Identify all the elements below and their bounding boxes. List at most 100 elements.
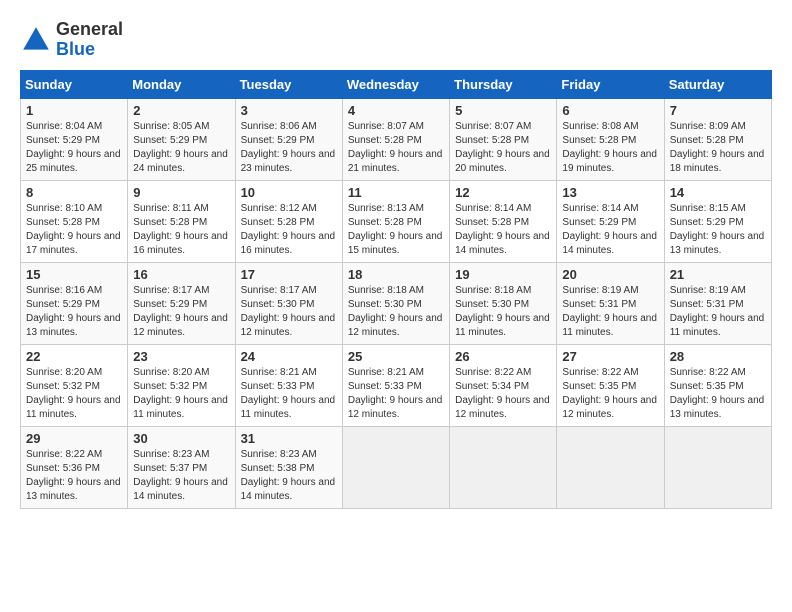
day-info: Sunrise: 8:22 AMSunset: 5:36 PMDaylight:… <box>26 448 122 504</box>
calendar-day-cell: 31 Sunrise: 8:23 AMSunset: 5:38 PMDayligh… <box>235 426 342 508</box>
day-info: Sunrise: 8:18 AMSunset: 5:30 PMDaylight:… <box>348 284 444 340</box>
calendar-week-row: 22 Sunrise: 8:20 AMSunset: 5:32 PMDayligh… <box>21 344 772 426</box>
day-number: 20 <box>562 267 658 282</box>
day-info: Sunrise: 8:22 AMSunset: 5:35 PMDaylight:… <box>562 366 658 422</box>
calendar-day-cell: 2 Sunrise: 8:05 AMSunset: 5:29 PMDaylight… <box>128 98 235 180</box>
day-number: 24 <box>241 349 337 364</box>
header-row: SundayMondayTuesdayWednesdayThursdayFrid… <box>21 70 772 98</box>
logo-icon <box>20 24 52 56</box>
day-info: Sunrise: 8:18 AMSunset: 5:30 PMDaylight:… <box>455 284 551 340</box>
calendar-day-cell: 24 Sunrise: 8:21 AMSunset: 5:33 PMDayligh… <box>235 344 342 426</box>
day-info: Sunrise: 8:16 AMSunset: 5:29 PMDaylight:… <box>26 284 122 340</box>
calendar-day-cell: 11 Sunrise: 8:13 AMSunset: 5:28 PMDayligh… <box>342 180 449 262</box>
calendar-day-cell: 6Sunrise: 8:08 AMSunset: 5:28 PMDaylight… <box>557 98 664 180</box>
day-info: Sunrise: 8:17 AMSunset: 5:30 PMDaylight:… <box>241 284 337 340</box>
calendar-week-row: 8Sunrise: 8:10 AMSunset: 5:28 PMDaylight… <box>21 180 772 262</box>
day-number: 30 <box>133 431 229 446</box>
day-of-week-header: Monday <box>128 70 235 98</box>
day-number: 4 <box>348 103 444 118</box>
calendar-day-cell: 30 Sunrise: 8:23 AMSunset: 5:37 PMDayligh… <box>128 426 235 508</box>
calendar-day-cell: 14Sunrise: 8:15 AMSunset: 5:29 PMDayligh… <box>664 180 771 262</box>
calendar-day-cell: 17 Sunrise: 8:17 AMSunset: 5:30 PMDayligh… <box>235 262 342 344</box>
calendar-day-cell <box>664 426 771 508</box>
calendar-week-row: 15Sunrise: 8:16 AMSunset: 5:29 PMDayligh… <box>21 262 772 344</box>
calendar-day-cell: 5Sunrise: 8:07 AMSunset: 5:28 PMDaylight… <box>450 98 557 180</box>
day-number: 8 <box>26 185 122 200</box>
calendar-day-cell: 4 Sunrise: 8:07 AMSunset: 5:28 PMDaylight… <box>342 98 449 180</box>
day-of-week-header: Tuesday <box>235 70 342 98</box>
day-number: 11 <box>348 185 444 200</box>
calendar-day-cell: 18 Sunrise: 8:18 AMSunset: 5:30 PMDayligh… <box>342 262 449 344</box>
day-info: Sunrise: 8:12 AMSunset: 5:28 PMDaylight:… <box>241 202 337 258</box>
day-of-week-header: Friday <box>557 70 664 98</box>
calendar-day-cell: 1 Sunrise: 8:04 AMSunset: 5:29 PMDaylight… <box>21 98 128 180</box>
calendar-day-cell: 3 Sunrise: 8:06 AMSunset: 5:29 PMDaylight… <box>235 98 342 180</box>
calendar-day-cell: 15Sunrise: 8:16 AMSunset: 5:29 PMDayligh… <box>21 262 128 344</box>
calendar-table: SundayMondayTuesdayWednesdayThursdayFrid… <box>20 70 772 509</box>
day-number: 29 <box>26 431 122 446</box>
calendar-day-cell <box>342 426 449 508</box>
day-number: 23 <box>133 349 229 364</box>
day-of-week-header: Thursday <box>450 70 557 98</box>
calendar-week-row: 29 Sunrise: 8:22 AMSunset: 5:36 PMDayligh… <box>21 426 772 508</box>
day-of-week-header: Saturday <box>664 70 771 98</box>
calendar-day-cell: 16 Sunrise: 8:17 AMSunset: 5:29 PMDayligh… <box>128 262 235 344</box>
day-number: 25 <box>348 349 444 364</box>
calendar-day-cell: 19 Sunrise: 8:18 AMSunset: 5:30 PMDayligh… <box>450 262 557 344</box>
day-number: 22 <box>26 349 122 364</box>
day-number: 21 <box>670 267 766 282</box>
calendar-day-cell <box>450 426 557 508</box>
day-of-week-header: Sunday <box>21 70 128 98</box>
day-info: Sunrise: 8:21 AMSunset: 5:33 PMDaylight:… <box>241 366 337 422</box>
calendar-week-row: 1 Sunrise: 8:04 AMSunset: 5:29 PMDaylight… <box>21 98 772 180</box>
day-number: 31 <box>241 431 337 446</box>
calendar-day-cell: 7Sunrise: 8:09 AMSunset: 5:28 PMDaylight… <box>664 98 771 180</box>
calendar-day-cell: 20 Sunrise: 8:19 AMSunset: 5:31 PMDayligh… <box>557 262 664 344</box>
day-number: 19 <box>455 267 551 282</box>
day-info: Sunrise: 8:15 AMSunset: 5:29 PMDaylight:… <box>670 202 766 258</box>
day-number: 13 <box>562 185 658 200</box>
day-info: Sunrise: 8:13 AMSunset: 5:28 PMDaylight:… <box>348 202 444 258</box>
calendar-day-cell: 8Sunrise: 8:10 AMSunset: 5:28 PMDaylight… <box>21 180 128 262</box>
day-info: Sunrise: 8:05 AMSunset: 5:29 PMDaylight:… <box>133 120 229 176</box>
day-info: Sunrise: 8:07 AMSunset: 5:28 PMDaylight:… <box>455 120 551 176</box>
day-info: Sunrise: 8:23 AMSunset: 5:38 PMDaylight:… <box>241 448 337 504</box>
calendar-day-cell: 21Sunrise: 8:19 AMSunset: 5:31 PMDayligh… <box>664 262 771 344</box>
day-info: Sunrise: 8:20 AMSunset: 5:32 PMDaylight:… <box>26 366 122 422</box>
day-info: Sunrise: 8:20 AMSunset: 5:32 PMDaylight:… <box>133 366 229 422</box>
day-info: Sunrise: 8:19 AMSunset: 5:31 PMDaylight:… <box>562 284 658 340</box>
page-header: General Blue <box>20 20 772 60</box>
day-number: 1 <box>26 103 122 118</box>
day-info: Sunrise: 8:14 AMSunset: 5:29 PMDaylight:… <box>562 202 658 258</box>
day-number: 26 <box>455 349 551 364</box>
day-info: Sunrise: 8:08 AMSunset: 5:28 PMDaylight:… <box>562 120 658 176</box>
day-info: Sunrise: 8:21 AMSunset: 5:33 PMDaylight:… <box>348 366 444 422</box>
day-number: 2 <box>133 103 229 118</box>
logo: General Blue <box>20 20 123 60</box>
day-info: Sunrise: 8:06 AMSunset: 5:29 PMDaylight:… <box>241 120 337 176</box>
calendar-day-cell: 28 Sunrise: 8:22 AMSunset: 5:35 PMDayligh… <box>664 344 771 426</box>
day-number: 9 <box>133 185 229 200</box>
day-info: Sunrise: 8:04 AMSunset: 5:29 PMDaylight:… <box>26 120 122 176</box>
day-info: Sunrise: 8:07 AMSunset: 5:28 PMDaylight:… <box>348 120 444 176</box>
day-info: Sunrise: 8:09 AMSunset: 5:28 PMDaylight:… <box>670 120 766 176</box>
calendar-day-cell: 12Sunrise: 8:14 AMSunset: 5:28 PMDayligh… <box>450 180 557 262</box>
day-info: Sunrise: 8:22 AMSunset: 5:35 PMDaylight:… <box>670 366 766 422</box>
day-info: Sunrise: 8:17 AMSunset: 5:29 PMDaylight:… <box>133 284 229 340</box>
day-number: 27 <box>562 349 658 364</box>
day-info: Sunrise: 8:14 AMSunset: 5:28 PMDaylight:… <box>455 202 551 258</box>
day-of-week-header: Wednesday <box>342 70 449 98</box>
day-number: 17 <box>241 267 337 282</box>
calendar-day-cell: 29 Sunrise: 8:22 AMSunset: 5:36 PMDayligh… <box>21 426 128 508</box>
calendar-day-cell: 23 Sunrise: 8:20 AMSunset: 5:32 PMDayligh… <box>128 344 235 426</box>
calendar-day-cell: 26Sunrise: 8:22 AMSunset: 5:34 PMDayligh… <box>450 344 557 426</box>
day-number: 3 <box>241 103 337 118</box>
calendar-day-cell: 25 Sunrise: 8:21 AMSunset: 5:33 PMDayligh… <box>342 344 449 426</box>
day-number: 28 <box>670 349 766 364</box>
day-number: 16 <box>133 267 229 282</box>
day-number: 18 <box>348 267 444 282</box>
calendar-day-cell <box>557 426 664 508</box>
day-info: Sunrise: 8:23 AMSunset: 5:37 PMDaylight:… <box>133 448 229 504</box>
calendar-day-cell: 9Sunrise: 8:11 AMSunset: 5:28 PMDaylight… <box>128 180 235 262</box>
calendar-day-cell: 22 Sunrise: 8:20 AMSunset: 5:32 PMDayligh… <box>21 344 128 426</box>
